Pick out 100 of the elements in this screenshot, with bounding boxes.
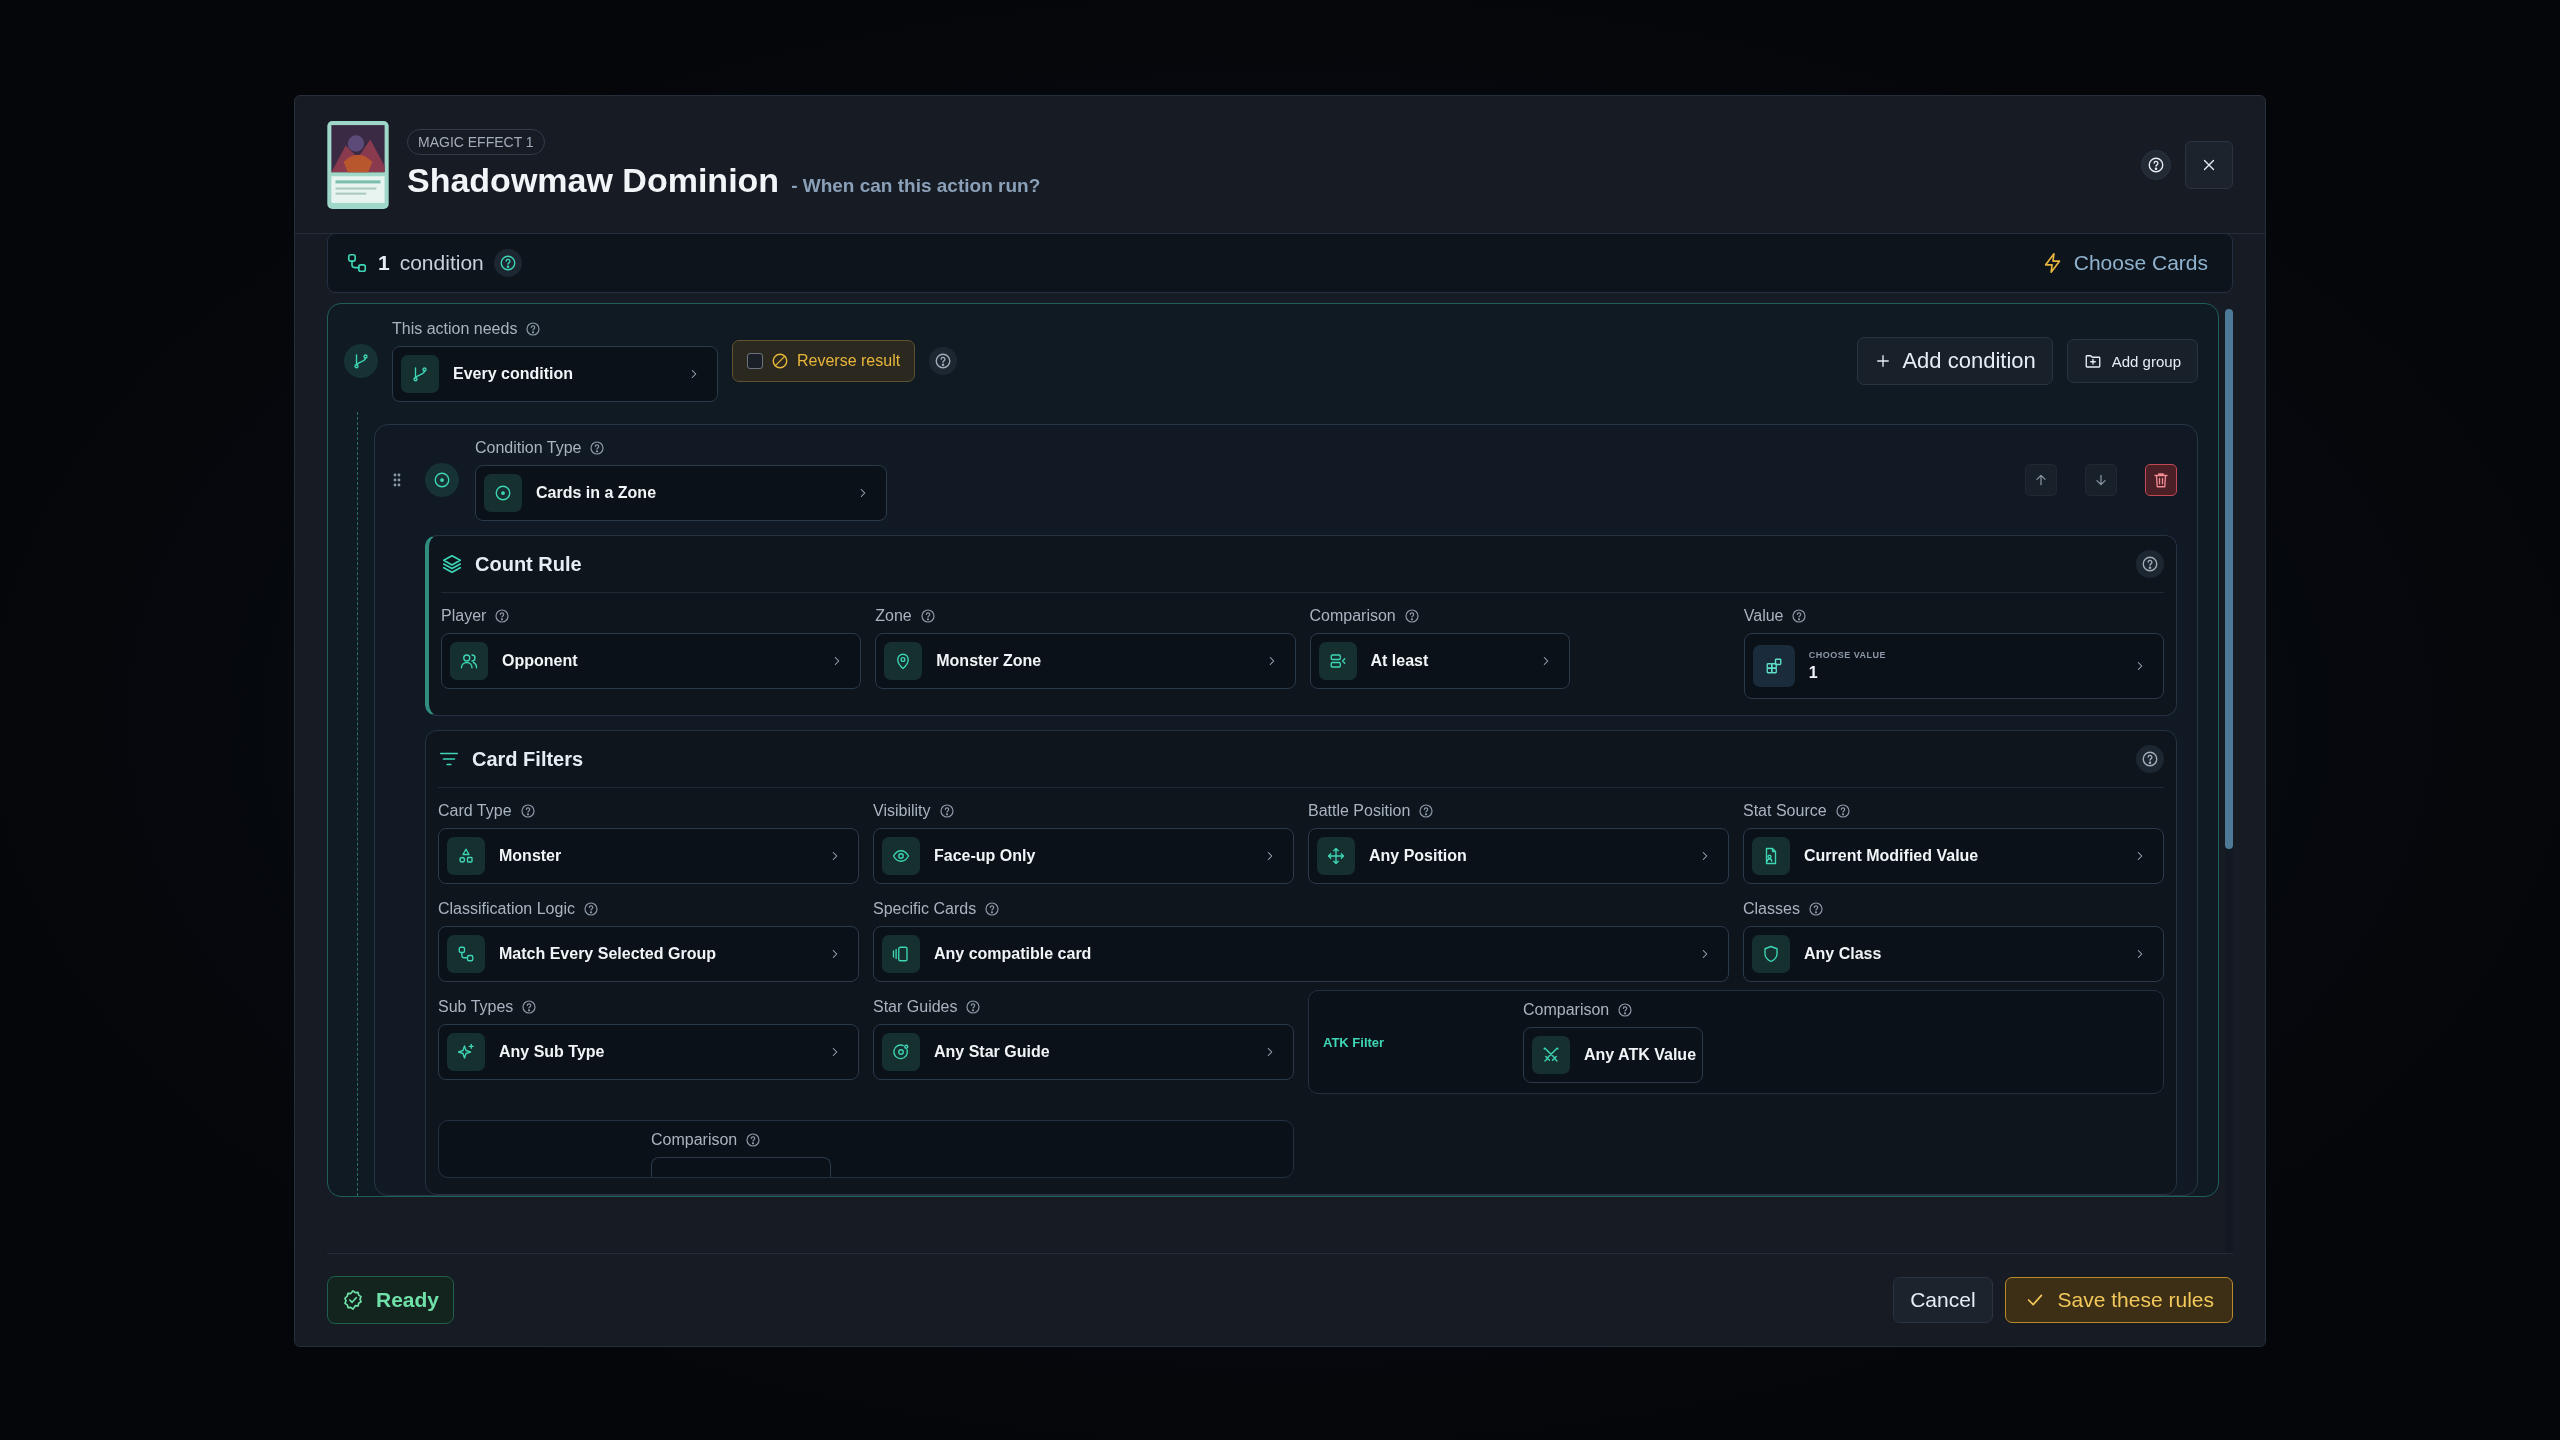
help-icon	[494, 608, 511, 624]
help-icon	[1617, 1002, 1634, 1018]
squares-icon	[1764, 657, 1783, 675]
panel-title: Card Filters	[472, 747, 584, 771]
help-icon	[2147, 155, 2165, 174]
arrow-down-icon	[2093, 472, 2109, 488]
drag-handle-icon[interactable]	[393, 473, 401, 487]
help-icon	[498, 254, 517, 272]
badge-check-icon	[342, 1289, 364, 1311]
select-field[interactable]: Any compatible card	[873, 926, 1729, 982]
select-field[interactable]: Any Position	[1308, 828, 1729, 884]
field-label: Comparison	[1309, 607, 1396, 625]
ready-status: Ready	[327, 1276, 455, 1324]
help-icon	[938, 803, 955, 819]
move-down-button[interactable]	[2085, 464, 2117, 496]
help-icon	[934, 352, 953, 370]
add-condition-button[interactable]: Add condition	[1857, 337, 2053, 385]
field-label: Star Guides	[873, 998, 958, 1016]
field-label: Value	[1743, 607, 1784, 625]
select-field[interactable]: Opponent	[441, 633, 862, 689]
help-icon	[2141, 750, 2159, 768]
reverse-result-toggle[interactable]: Reverse result	[732, 340, 916, 382]
dialog-title: Shadowmaw Dominion	[407, 161, 780, 200]
trash-icon	[2152, 471, 2170, 489]
add-group-button[interactable]: Add group	[2066, 339, 2198, 383]
help-icon	[519, 803, 536, 819]
help-icon	[984, 901, 1001, 917]
move-up-button[interactable]	[2025, 464, 2057, 496]
cards-icon	[892, 945, 910, 963]
select-field[interactable]: Every condition	[392, 346, 718, 402]
cancel-button[interactable]: Cancel	[1893, 1277, 1993, 1323]
shield-icon	[1762, 945, 1780, 963]
select-field[interactable]: Monster	[438, 828, 859, 884]
branch-icon	[352, 352, 370, 370]
field-label: Sub Types	[438, 998, 514, 1016]
select-field[interactable]: Any Sub Type	[438, 1024, 859, 1080]
help-icon	[965, 999, 982, 1015]
eye-icon	[892, 847, 910, 865]
orbit-icon	[892, 1043, 910, 1061]
help-icon	[745, 1132, 762, 1148]
field-label: Visibility	[873, 802, 931, 820]
select-field[interactable]: Any ATK Value	[1523, 1027, 1703, 1083]
select-field[interactable]: Monster Zone	[875, 633, 1296, 689]
select-field[interactable]: Any Star Guide	[873, 1024, 1294, 1080]
select-field[interactable]: Match Every Selected Group	[438, 926, 859, 982]
help-icon	[1418, 803, 1435, 819]
select-field[interactable]: Current Modified Value	[1743, 828, 2164, 884]
field-label: Classes	[1743, 900, 1800, 918]
save-button[interactable]: Save these rules	[2004, 1277, 2233, 1323]
help-icon	[582, 901, 599, 917]
help-icon	[589, 440, 606, 456]
arrow-up-icon	[2033, 472, 2049, 488]
close-button[interactable]	[2185, 140, 2233, 189]
field-label: Zone	[875, 607, 912, 625]
field-label: Condition Type	[475, 439, 582, 457]
help-icon	[1834, 803, 1851, 819]
panel-title: Count Rule	[475, 552, 582, 576]
select-field[interactable]: Cards in a Zone	[475, 465, 887, 521]
help-icon	[521, 999, 538, 1015]
select-field[interactable]	[651, 1157, 831, 1177]
slashed-circle-icon	[771, 352, 789, 370]
field-label: This action needs	[392, 320, 518, 338]
filter-title: ATK Filter	[1323, 1034, 1386, 1050]
help-icon	[525, 321, 542, 337]
select-field[interactable]: Face-up Only	[873, 828, 1294, 884]
linked-squares-icon	[346, 252, 368, 274]
help-icon	[2141, 555, 2159, 573]
layers-icon	[441, 553, 463, 575]
condition-label: condition	[399, 251, 484, 275]
field-label: Comparison	[651, 1131, 738, 1149]
scrollbar[interactable]	[2225, 309, 2233, 1253]
move-icon	[1327, 847, 1345, 865]
field-label: Stat Source	[1743, 802, 1827, 820]
compare-icon	[1328, 652, 1347, 670]
condition-count: 1	[378, 251, 390, 275]
field-label: Battle Position	[1308, 802, 1411, 820]
folder-plus-icon	[2083, 352, 2102, 370]
field-label: Classification Logic	[438, 900, 575, 918]
users-icon	[460, 652, 478, 670]
delete-button[interactable]	[2145, 464, 2177, 496]
checkbox[interactable]	[747, 353, 763, 369]
select-field[interactable]: Any Class	[1743, 926, 2164, 982]
shapes-icon	[457, 847, 475, 865]
dialog-subtitle: - When can this action run?	[791, 175, 1041, 197]
crossed-swords-icon	[1542, 1046, 1560, 1064]
linked-squares-icon	[457, 945, 475, 963]
field-label: Card Type	[438, 802, 512, 820]
help-icon	[1791, 608, 1808, 624]
field-label: Player	[441, 607, 487, 625]
select-field[interactable]: At least	[1309, 633, 1571, 689]
field-label: Comparison	[1523, 1001, 1610, 1019]
target-icon	[494, 484, 512, 502]
value-caption: CHOOSE VALUE	[1808, 650, 1887, 660]
field-label: Specific Cards	[873, 900, 977, 918]
target-icon	[433, 471, 451, 489]
help-button[interactable]	[2141, 149, 2171, 180]
choose-cards-button[interactable]: Choose Cards	[2035, 250, 2214, 276]
value-field[interactable]: CHOOSE VALUE 1	[1743, 633, 2164, 699]
help-icon	[1807, 901, 1824, 917]
help-icon	[919, 608, 936, 624]
